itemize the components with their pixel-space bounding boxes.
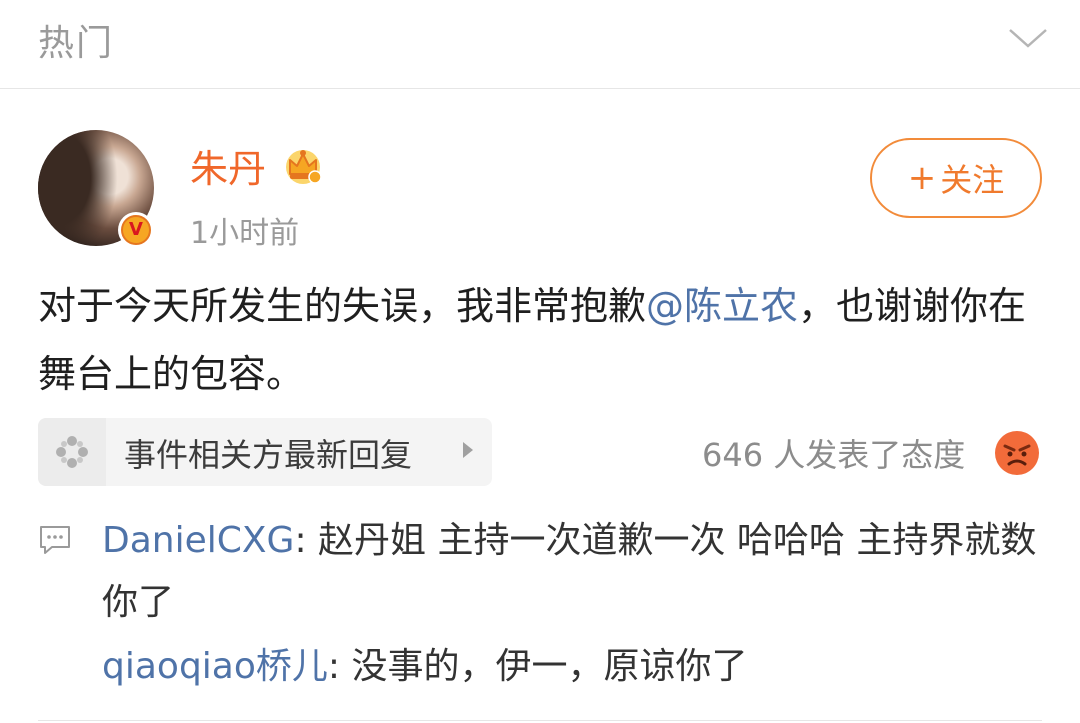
author-name[interactable]: 朱丹 xyxy=(190,138,266,193)
related-replies-card[interactable]: 事件相关方最新回复 xyxy=(38,418,492,486)
mention-link[interactable]: @陈立农 xyxy=(646,284,798,328)
comment-author[interactable]: DanielCXG xyxy=(102,520,294,561)
post-time: 1小时前 xyxy=(190,216,300,251)
section-title: 热门 xyxy=(38,23,115,64)
avatar-hair-shape xyxy=(38,130,118,246)
related-icon-box xyxy=(38,418,106,486)
comment-text: 没事的，伊一，原谅你了 xyxy=(351,646,748,687)
follow-button[interactable]: + 关注 xyxy=(870,138,1042,218)
caret-right-icon xyxy=(463,442,473,458)
chevron-down-icon[interactable] xyxy=(1006,22,1050,54)
comment-author[interactable]: qiaoqiao桥儿 xyxy=(102,646,328,687)
divider xyxy=(38,720,1042,721)
post-text-part1: 对于今天所发生的失误，我非常抱歉 xyxy=(38,284,647,328)
related-replies-label: 事件相关方最新回复 xyxy=(124,436,413,474)
verified-badge: V xyxy=(118,212,154,248)
follow-label: 关注 xyxy=(940,161,1005,199)
section-header: 热门 xyxy=(0,0,1080,89)
comment-separator: : xyxy=(327,646,352,687)
plus-icon: + xyxy=(907,158,937,198)
comment-item: DanielCXG: 赵丹姐 主持一次道歉一次 哈哈哈 主持界就数你了 xyxy=(102,510,1052,634)
comment-item: qiaoqiao桥儿: 没事的，伊一，原谅你了 xyxy=(102,636,1052,698)
pinwheel-icon xyxy=(56,436,88,468)
post-body: 对于今天所发生的失误，我非常抱歉@陈立农，也谢谢你在舞台上的包容。 xyxy=(38,272,1042,408)
comment-separator: : xyxy=(294,520,319,561)
reactions-count[interactable]: 646 人发表了态度 xyxy=(702,430,965,476)
crown-icon[interactable] xyxy=(282,144,324,186)
angry-face-icon[interactable] xyxy=(994,430,1040,476)
verified-v-icon: V xyxy=(121,215,151,245)
comment-icon xyxy=(40,526,70,554)
